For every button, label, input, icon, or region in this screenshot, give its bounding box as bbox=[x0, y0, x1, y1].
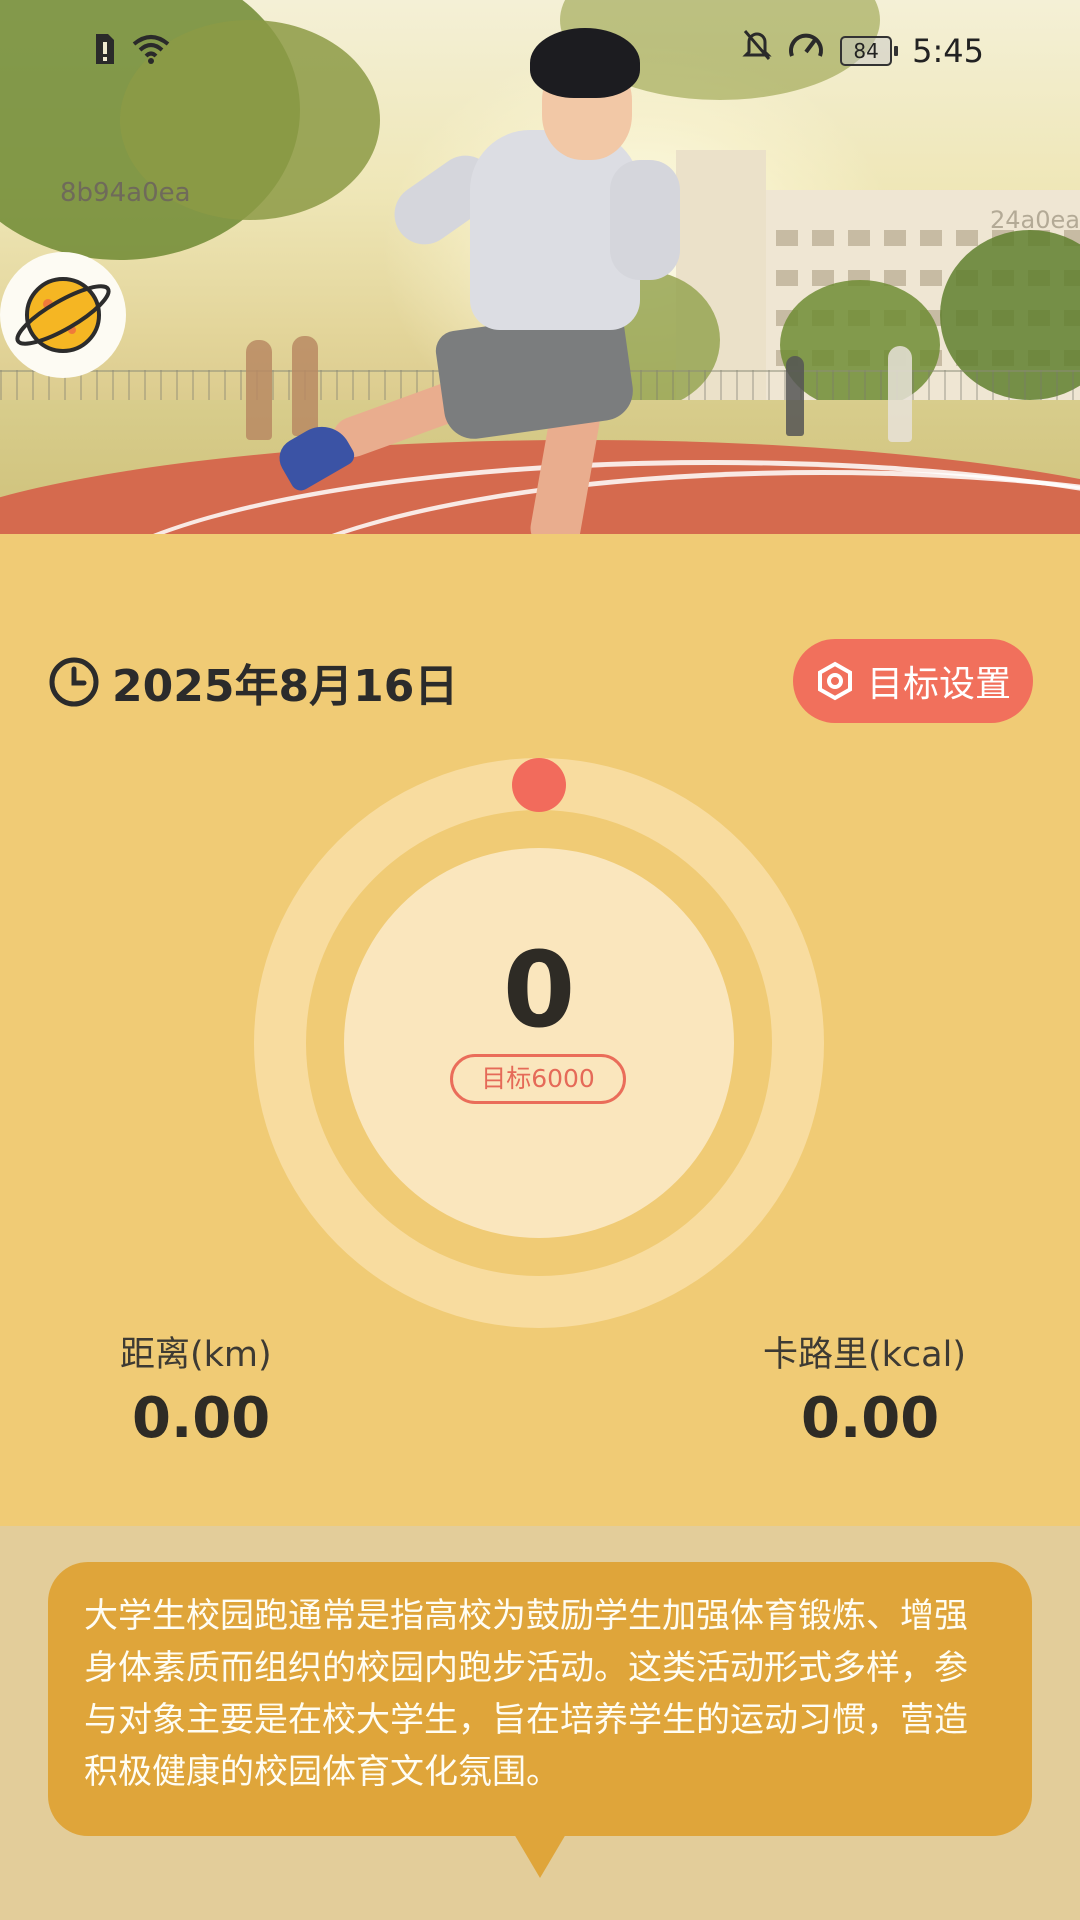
distance-value: 0.00 bbox=[132, 1386, 271, 1451]
planet-avatar-button[interactable] bbox=[0, 252, 126, 378]
info-text: 大学生校园跑通常是指高校为鼓励学生加强体育锻炼、增强身体素质而组织的校园内跑步活… bbox=[84, 1596, 968, 1792]
info-bubble: 大学生校园跑通常是指高校为鼓励学生加强体育锻炼、增强身体素质而组织的校园内跑步活… bbox=[48, 1562, 1032, 1836]
battery-level: 84 bbox=[840, 35, 893, 66]
calories-label: 卡路里(kcal) bbox=[763, 1335, 966, 1375]
date-header: 2025年8月16日 bbox=[48, 650, 458, 714]
planet-icon bbox=[15, 277, 111, 353]
hero-watermark-code: 8b94a0ea bbox=[60, 178, 191, 208]
distance-label: 距离(km) bbox=[120, 1335, 272, 1375]
battery-icon: 84 bbox=[840, 35, 899, 66]
goal-settings-label: 目标设置 bbox=[866, 664, 1011, 705]
clock-icon bbox=[49, 657, 99, 707]
goal-settings-button[interactable]: 目标设置 bbox=[793, 639, 1033, 723]
calories-value: 0.00 bbox=[801, 1386, 940, 1451]
speed-icon bbox=[786, 28, 826, 73]
wifi-icon bbox=[132, 34, 170, 75]
bell-off-icon bbox=[742, 28, 772, 73]
step-goal-badge: 目标6000 bbox=[450, 1054, 626, 1104]
status-bar: 84 5:45 bbox=[0, 0, 1080, 100]
progress-indicator-dot bbox=[512, 758, 566, 812]
settings-icon bbox=[817, 661, 852, 701]
sim-alert-icon bbox=[92, 32, 118, 77]
step-count: 0 bbox=[502, 929, 576, 1051]
hero-watermark-code-right: 24a0ea bbox=[990, 206, 1080, 234]
current-date: 2025年8月16日 bbox=[112, 661, 459, 712]
info-bubble-tail bbox=[514, 1834, 566, 1878]
status-time: 5:45 bbox=[912, 31, 984, 70]
